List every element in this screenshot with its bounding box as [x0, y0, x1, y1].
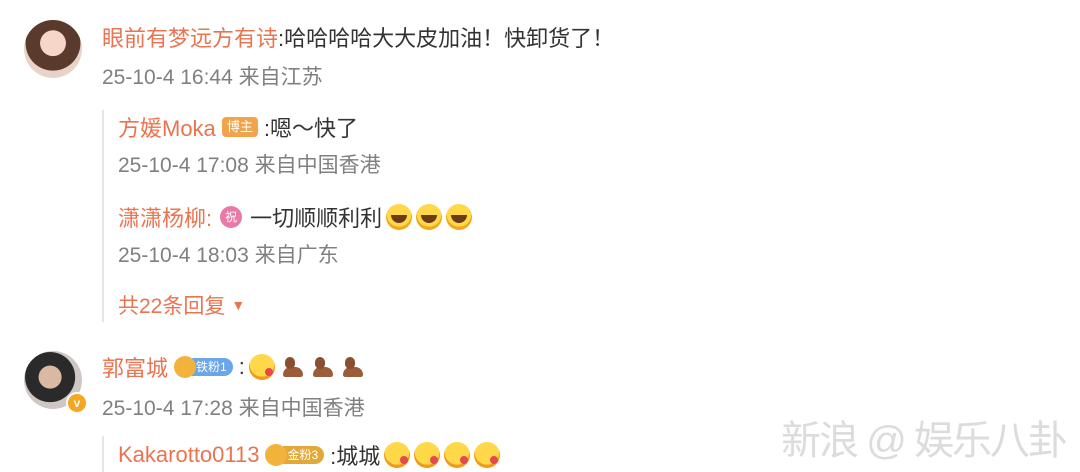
username-link[interactable]: 潇潇杨柳: [118, 201, 212, 233]
reply-line: 潇潇杨柳: 祝 一切顺顺利利 [118, 201, 473, 233]
fan-badge: 铁粉1 [174, 356, 233, 378]
caret-down-icon: ▼ [231, 297, 246, 313]
more-replies-label: 共22条回复 [118, 295, 226, 318]
comment-meta: 25-10-4 16:44 来自江苏 [102, 66, 323, 89]
muscle-emoji-icon [311, 357, 335, 377]
avatar[interactable] [24, 20, 82, 78]
muscle-emoji-icon [341, 357, 365, 377]
fan-badge-label: 铁粉1 [192, 358, 233, 376]
blessing-badge-icon: 祝 [220, 206, 243, 228]
muscle-emoji-icon [281, 357, 305, 377]
username-link[interactable]: 郭富城 [102, 351, 168, 383]
reply-thread-bar [102, 110, 104, 322]
kiss-emoji-icon [444, 442, 471, 468]
kiss-emoji-icon [248, 354, 275, 380]
reply-text: :嗯～快了 [263, 116, 358, 141]
fan-badge-label: 金粉3 [283, 446, 325, 464]
fan-badge-icon [174, 356, 197, 378]
fan-badge: 金粉3 [265, 444, 325, 466]
reply-text: :城城 [330, 444, 381, 469]
crying-emoji-icon [386, 204, 413, 230]
reply-thread-bar [102, 436, 104, 472]
crying-emoji-icon [446, 204, 473, 230]
crying-emoji-icon [416, 204, 443, 230]
comment-line: 郭富城 铁粉1 : [102, 352, 365, 382]
reply-line: 方媛Moka 博主 :嗯～快了 [118, 112, 358, 142]
kiss-emoji-icon [384, 442, 411, 468]
username-link[interactable]: Kakarotto0113 [118, 442, 259, 468]
username-link[interactable]: 方媛Moka [118, 111, 216, 143]
comment-meta: 25-10-4 17:28 来自中国香港 [102, 397, 365, 420]
watermark: 新浪 @ 娱乐八卦 [781, 419, 1068, 463]
comment-text: : [238, 354, 245, 379]
kiss-emoji-icon [414, 442, 441, 468]
kiss-emoji-icon [474, 442, 501, 468]
reply-text: 一切顺顺利利 [250, 206, 383, 231]
author-badge: 博主 [221, 117, 258, 137]
comment-text: :哈哈哈哈大大皮加油！快卸货了！ [278, 26, 615, 51]
reply-meta: 25-10-4 18:03 来自广东 [118, 244, 339, 267]
more-replies-link[interactable]: 共22条回复 ▼ [118, 290, 245, 320]
verified-icon: v [66, 392, 88, 414]
reply-line: Kakarotto0113 金粉3 :城城 [118, 440, 501, 470]
username-link[interactable]: 眼前有梦远方有诗 [102, 21, 278, 53]
reply-meta: 25-10-4 17:08 来自中国香港 [118, 154, 381, 177]
comment-line: 眼前有梦远方有诗 :哈哈哈哈大大皮加油！快卸货了！ [102, 22, 614, 52]
